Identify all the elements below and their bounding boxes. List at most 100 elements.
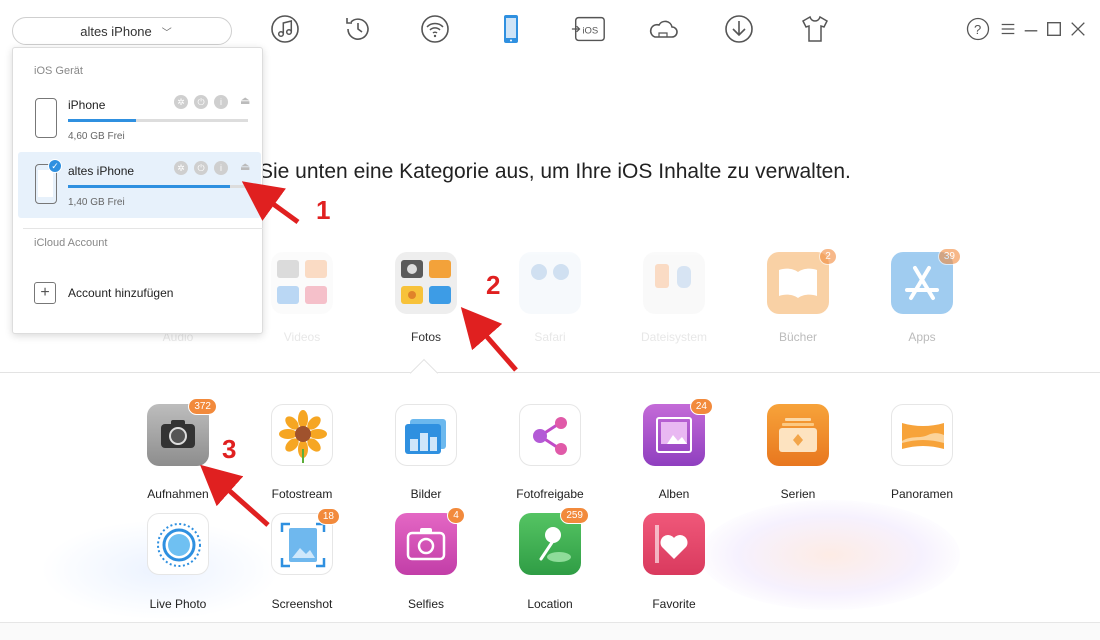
category-label: Apps	[908, 330, 936, 344]
eject-icon[interactable]: ⏏	[240, 94, 250, 107]
category-label: Safari	[534, 330, 566, 344]
minimize-icon[interactable]	[1021, 18, 1041, 40]
storage-bar	[68, 185, 248, 188]
badge: 39	[937, 248, 961, 265]
category-videos[interactable]: Videos	[257, 252, 347, 344]
music-icon[interactable]	[268, 12, 302, 46]
photo-item-fotostream[interactable]: Fotostream	[252, 404, 352, 501]
menu-icon[interactable]	[998, 18, 1018, 40]
photo-item-label: Fotostream	[271, 487, 333, 501]
category-safari[interactable]: Safari	[505, 252, 595, 344]
category-apps[interactable]: 39 Apps	[877, 248, 967, 344]
photo-item-label: Alben	[658, 487, 690, 501]
settings-icon[interactable]: ✲	[174, 95, 188, 109]
badge: 24	[689, 398, 713, 415]
pictures-icon	[395, 404, 457, 466]
bursts-icon	[767, 404, 829, 466]
power-icon[interactable]: ⏻	[194, 161, 208, 175]
svg-text:iOS: iOS	[582, 26, 598, 37]
category-label: Videos	[283, 330, 321, 344]
wifi-icon[interactable]	[418, 12, 452, 46]
live-photo-icon	[147, 513, 209, 575]
free-space: 1,40 GB Frei	[68, 197, 125, 208]
power-icon[interactable]: ⏻	[194, 95, 208, 109]
photo-item-serien[interactable]: Serien	[748, 404, 848, 501]
photo-item-label: Location	[527, 597, 573, 611]
photo-item-favorite[interactable]: Favorite	[624, 513, 724, 611]
camera-icon: 372	[147, 398, 217, 466]
photo-item-location[interactable]: 259 Location	[500, 507, 600, 611]
photo-item-label: Serien	[780, 487, 816, 501]
info-icon[interactable]: i	[214, 161, 228, 175]
info-icon[interactable]: i	[214, 95, 228, 109]
storage-bar-fill	[68, 185, 230, 188]
plus-icon: +	[34, 282, 56, 304]
history-icon[interactable]	[341, 12, 375, 46]
photo-item-aufnahmen[interactable]: 372 Aufnahmen	[128, 398, 228, 501]
photo-item-fotofreigabe[interactable]: Fotofreigabe	[500, 404, 600, 501]
page-headline: Sie unten eine Kategorie aus, um Ihre iO…	[259, 160, 851, 183]
badge: 259	[560, 507, 589, 524]
photo-item-label: Bilder	[410, 487, 442, 501]
tshirt-icon[interactable]	[798, 12, 832, 46]
phone-icon[interactable]	[494, 12, 528, 46]
ios-icon[interactable]: iOS	[569, 12, 609, 46]
photo-item-panoramen[interactable]: Panoramen	[872, 404, 972, 501]
photo-item-selfies[interactable]: 4 Selfies	[376, 507, 476, 611]
add-account-button[interactable]: + Account hinzufügen	[34, 282, 173, 304]
fotos-icon	[395, 252, 457, 314]
active-tab-notch	[409, 358, 439, 388]
svg-text:?: ?	[974, 22, 981, 37]
checkmark-icon: ✓	[48, 159, 62, 173]
free-space: 4,60 GB Frei	[68, 131, 125, 142]
category-dateisystem[interactable]: Dateisystem	[629, 252, 719, 344]
badge: 2	[819, 248, 837, 265]
photo-item-alben[interactable]: 24 Alben	[624, 398, 724, 501]
badge: 372	[188, 398, 217, 415]
close-icon[interactable]	[1068, 18, 1088, 40]
photo-item-live-photo[interactable]: Live Photo	[128, 513, 228, 611]
category-fotos[interactable]: Fotos	[381, 252, 471, 344]
phone-icon	[35, 98, 57, 138]
share-icon	[519, 404, 581, 466]
selfie-camera-icon: 4	[395, 507, 465, 575]
device-name: altes iPhone	[68, 164, 135, 178]
safari-icon	[519, 252, 581, 314]
add-account-label: Account hinzufügen	[68, 286, 174, 300]
device-row-iphone[interactable]: iPhone ✲ ⏻ i ⏏ 4,60 GB Frei	[18, 86, 261, 152]
device-name: iPhone	[68, 98, 106, 112]
storage-bar	[68, 119, 248, 122]
sunflower-icon	[271, 404, 333, 466]
heart-icon	[643, 513, 705, 575]
screenshot-icon: 18	[271, 508, 340, 575]
section-label-icloud: iCloud Account	[34, 237, 108, 249]
photo-item-label: Live Photo	[149, 597, 207, 611]
status-bar	[0, 622, 1100, 640]
device-row-altes-iphone[interactable]: ✓ altes iPhone ✲ ⏻ i ⏏ 1,40 GB Frei	[18, 152, 261, 218]
annotation-marker-2: 2	[486, 270, 501, 300]
eject-icon[interactable]: ⏏	[240, 160, 250, 173]
device-actions: ✲ ⏻ i	[174, 161, 228, 175]
annotation-marker-3: 3	[222, 434, 237, 464]
cloud-icon[interactable]	[646, 12, 680, 46]
chevron-down-icon: ﹀	[161, 27, 172, 39]
device-selector[interactable]: altes iPhone ﹀	[12, 17, 232, 45]
divider	[0, 372, 1100, 373]
albums-icon: 24	[643, 398, 713, 466]
settings-icon[interactable]: ✲	[174, 161, 188, 175]
category-buecher[interactable]: 2 Bücher	[753, 248, 843, 344]
help-icon[interactable]: ?	[966, 17, 990, 41]
divider	[23, 228, 263, 229]
videos-icon	[271, 252, 333, 314]
category-label: Dateisystem	[640, 330, 708, 344]
photo-item-bilder[interactable]: Bilder	[376, 404, 476, 501]
section-label-ios-devices: iOS Gerät	[34, 65, 83, 77]
photo-item-label: Screenshot	[271, 597, 333, 611]
maximize-icon[interactable]	[1044, 18, 1064, 40]
photo-item-screenshot[interactable]: 18 Screenshot	[252, 508, 352, 611]
badge: 18	[316, 508, 340, 525]
annotation-arrow-1	[241, 181, 300, 225]
location-pin-icon: 259	[519, 507, 589, 575]
photo-item-label: Aufnahmen	[147, 487, 209, 501]
download-icon[interactable]	[722, 12, 756, 46]
